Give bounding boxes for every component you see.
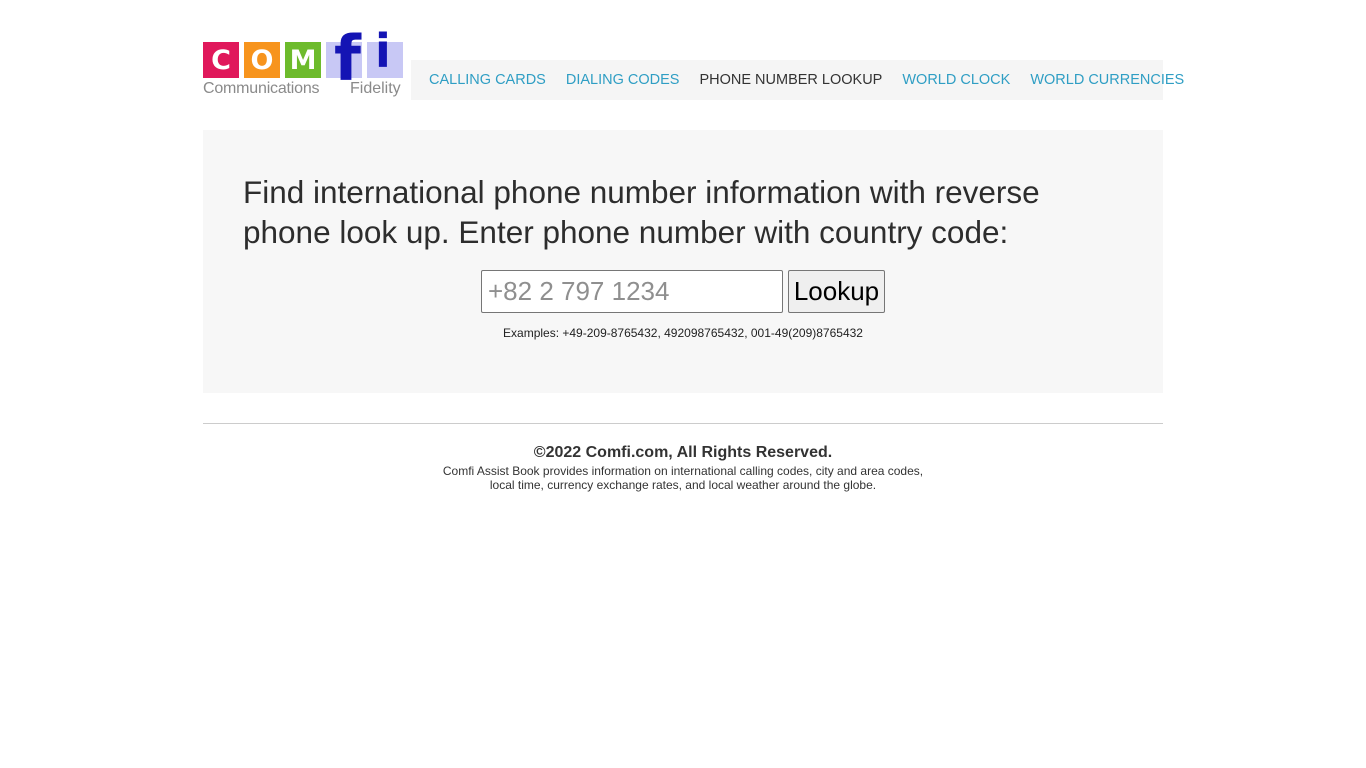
examples-text: Examples: +49-209-8765432, 492098765432,… <box>503 326 863 340</box>
logo-letter-i: i <box>375 24 391 78</box>
lookup-panel: Find international phone number informat… <box>203 130 1163 393</box>
logo-letter-o: O <box>244 42 280 78</box>
footer-description-line-1: Comfi Assist Book provides information o… <box>442 464 924 478</box>
copyright-text: ©2022 Comfi.com, All Rights Reserved. <box>533 444 833 461</box>
lookup-form: Lookup <box>481 270 885 313</box>
lookup-button[interactable]: Lookup <box>788 270 885 313</box>
nav-phone-number-lookup[interactable]: PHONE NUMBER LOOKUP <box>689 72 892 88</box>
footer-divider <box>203 423 1163 424</box>
logo-letter-c: C <box>203 42 239 78</box>
phone-number-input[interactable] <box>481 270 783 313</box>
footer-description: Comfi Assist Book provides information o… <box>203 464 1163 492</box>
page-heading: Find international phone number informat… <box>243 174 1040 250</box>
comfi-logo[interactable]: C O M f i Communications Fidelity <box>203 26 404 100</box>
main-nav: CALLING CARDS DIALING CODES PHONE NUMBER… <box>411 60 1184 100</box>
nav-dialing-codes[interactable]: DIALING CODES <box>556 72 690 88</box>
logo-letter-m: M <box>285 42 321 78</box>
nav-world-currencies[interactable]: WORLD CURRENCIES <box>1020 72 1194 88</box>
logo-tagline-fidelity: Fidelity <box>350 80 401 97</box>
nav-calling-cards[interactable]: CALLING CARDS <box>419 72 556 88</box>
nav-world-clock[interactable]: WORLD CLOCK <box>892 72 1020 88</box>
site-header: C O M f i Communications Fidelity CALLIN… <box>203 26 1184 102</box>
logo-tagline-communications: Communications <box>203 80 320 97</box>
footer-description-line-2: local time, currency exchange rates, and… <box>489 478 877 492</box>
